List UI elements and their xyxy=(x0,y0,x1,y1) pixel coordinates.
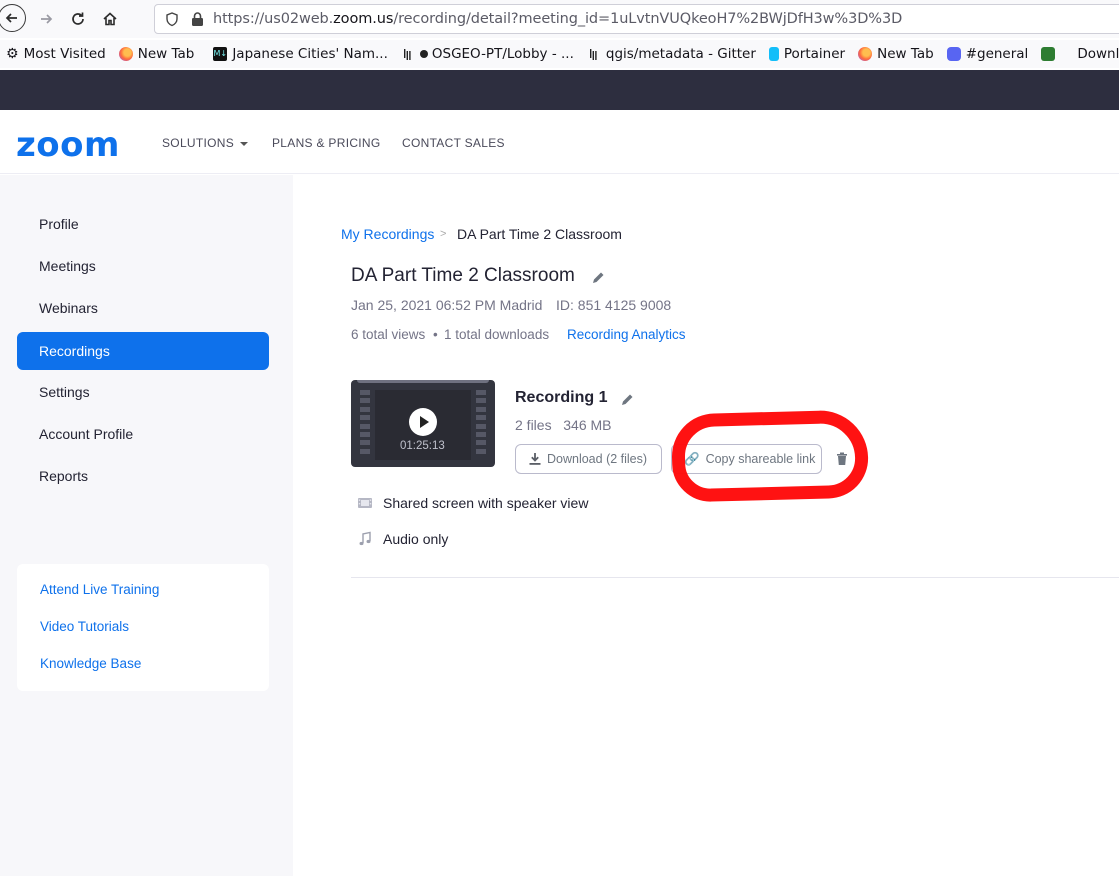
recording-title: Recording 1 xyxy=(515,389,608,406)
thumbnail-stack-edge xyxy=(357,380,489,383)
video-file-icon xyxy=(358,498,372,508)
bookmark-portainer[interactable]: Portainer xyxy=(768,46,845,62)
arrow-left-icon xyxy=(5,13,17,23)
meeting-id: ID: 851 4125 9008 xyxy=(556,297,672,313)
breadcrumb-my-recordings[interactable]: My Recordings xyxy=(341,226,434,242)
total-downloads: 1 total downloads xyxy=(444,327,550,342)
reload-icon xyxy=(72,12,84,25)
firefox-icon xyxy=(118,47,133,61)
play-icon[interactable] xyxy=(409,408,437,436)
section-divider xyxy=(351,577,1119,578)
bookmark-osgeo-lobby[interactable]: OSGEO-PT/Lobby - ... xyxy=(401,46,574,62)
recording-file-info: 2 files 346 MB xyxy=(515,417,612,433)
home-icon xyxy=(103,12,117,26)
sidebar-item-profile[interactable]: Profile xyxy=(17,205,269,243)
arrow-right-icon xyxy=(41,14,53,24)
site-header: zoom SOLUTIONS PLANS & PRICING CONTACT S… xyxy=(0,110,1119,174)
home-button[interactable] xyxy=(96,5,124,33)
page-title: DA Part Time 2 Classroom xyxy=(351,265,575,286)
shield-icon xyxy=(166,12,178,27)
top-dark-band xyxy=(0,70,1119,110)
gitter-icon xyxy=(589,49,597,60)
nav-plans-pricing[interactable]: PLANS & PRICING xyxy=(272,136,381,150)
bookmark-new-tab-2[interactable]: New Tab xyxy=(858,46,934,62)
gitter-icon xyxy=(403,49,411,60)
breadcrumb-current: DA Part Time 2 Classroom xyxy=(457,226,622,242)
sidebar-item-settings[interactable]: Settings xyxy=(17,373,269,411)
edit-title-pencil-icon[interactable] xyxy=(591,271,605,285)
nav-solutions[interactable]: SOLUTIONS xyxy=(162,136,249,150)
forward-button[interactable] xyxy=(32,5,60,33)
file-audio-only[interactable]: Audio only xyxy=(357,531,448,547)
bookmark-download[interactable]: Download MP xyxy=(1041,46,1119,62)
discord-icon xyxy=(946,47,961,61)
lock-icon xyxy=(192,12,203,26)
sidebar-item-recordings[interactable]: Recordings xyxy=(17,332,269,370)
knowledge-base-link[interactable]: Knowledge Base xyxy=(40,656,141,671)
recording-analytics-link[interactable]: Recording Analytics xyxy=(567,327,686,342)
edit-recording-pencil-icon[interactable] xyxy=(620,393,634,407)
red-highlight-annotation xyxy=(670,409,870,503)
bookmark-general[interactable]: #general xyxy=(946,46,1028,62)
portainer-icon xyxy=(768,47,779,61)
meta-dot: • xyxy=(433,327,438,342)
sidebar-item-webinars[interactable]: Webinars xyxy=(17,289,269,327)
sidebar-item-meetings[interactable]: Meetings xyxy=(17,247,269,285)
download-button[interactable]: Download (2 files) xyxy=(515,444,662,474)
nav-contact-sales[interactable]: CONTACT SALES xyxy=(402,136,505,150)
help-card: Attend Live Training Video Tutorials Kno… xyxy=(17,564,269,691)
video-tutorials-link[interactable]: Video Tutorials xyxy=(40,619,129,634)
sidebar-item-reports[interactable]: Reports xyxy=(17,457,269,495)
gear-icon: ⚙ xyxy=(6,46,19,62)
breadcrumb-separator: > xyxy=(440,228,447,240)
mb-icon: M↓ xyxy=(213,47,228,61)
film-strip-left xyxy=(360,390,370,460)
meeting-datetime: Jan 25, 2021 06:52 PM Madrid xyxy=(351,297,543,313)
zoom-logo[interactable]: zoom xyxy=(16,125,120,165)
film-strip-right xyxy=(476,390,486,460)
recording-duration: 01:25:13 xyxy=(400,440,445,452)
bookmark-japanese-cities[interactable]: M↓ Japanese Cities' Nam... xyxy=(213,46,388,62)
sidebar: Profile Meetings Webinars Recordings Set… xyxy=(0,175,293,876)
bookmark-new-tab[interactable]: New Tab xyxy=(118,46,194,62)
file-shared-screen[interactable]: Shared screen with speaker view xyxy=(357,495,588,511)
firefox-icon xyxy=(858,47,873,61)
bookmarks-bar: ⚙ Most Visited New Tab M↓ Japanese Cities'… xyxy=(0,40,1119,68)
back-button[interactable] xyxy=(0,4,26,32)
total-views: 6 total views xyxy=(351,327,426,342)
info-dot-icon xyxy=(419,50,428,58)
url-text: https://us02web.zoom.us/recording/detail… xyxy=(213,11,903,27)
green-app-icon xyxy=(1041,47,1056,61)
caret-down-icon xyxy=(240,141,249,146)
music-note-icon xyxy=(359,531,371,546)
attend-live-training-link[interactable]: Attend Live Training xyxy=(40,582,159,597)
sidebar-item-account-profile[interactable]: Account Profile xyxy=(17,415,269,453)
bookmark-qgis-metadata[interactable]: qgis/metadata - Gitter xyxy=(587,46,756,62)
url-field[interactable]: https://us02web.zoom.us/recording/detail… xyxy=(154,4,1119,34)
download-icon xyxy=(529,453,541,465)
browser-toolbar: https://us02web.zoom.us/recording/detail… xyxy=(0,0,1119,38)
bookmark-most-visited[interactable]: ⚙ Most Visited xyxy=(6,46,106,62)
reload-button[interactable] xyxy=(64,5,92,33)
